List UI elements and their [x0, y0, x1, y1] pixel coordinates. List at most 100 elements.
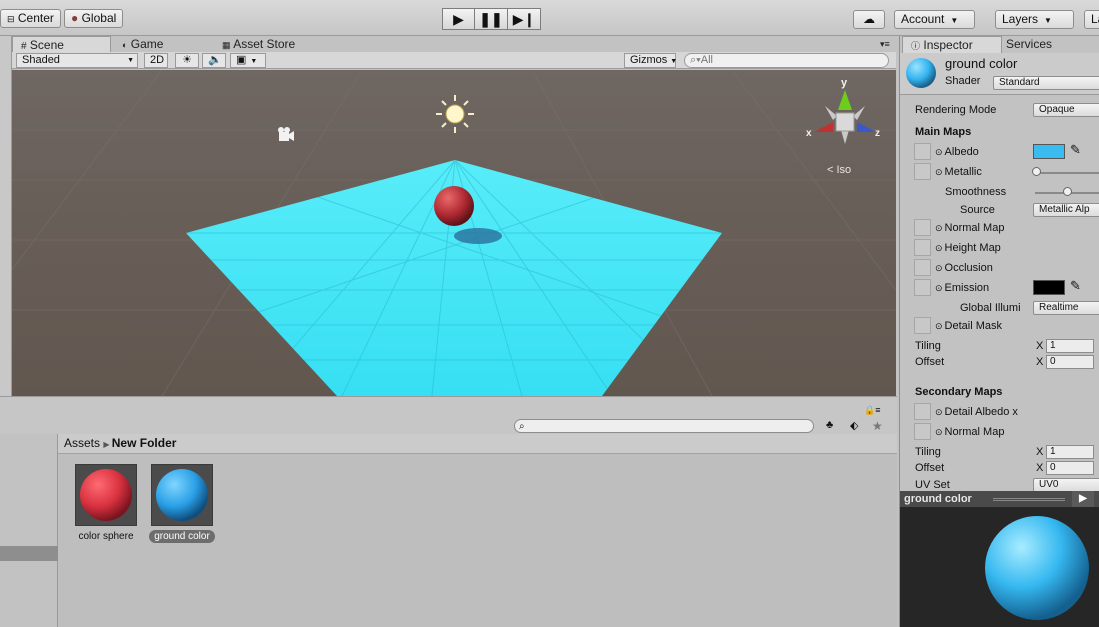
preview-sphere	[985, 516, 1089, 620]
project-toolbar: 🔒≡ ⌕ ♣ ⬖ ★	[0, 396, 897, 434]
smoothness-slider-handle[interactable]	[1063, 187, 1072, 196]
detail-albedo-label: ⊙ Detail Albedo x	[935, 406, 1018, 418]
project-assets-panel: Assets ▶ New Folder color sphere ground …	[58, 434, 897, 627]
scene-render: y x z < Iso	[12, 70, 896, 396]
eyedropper-icon[interactable]: ✎	[1070, 142, 1081, 158]
sphere-shadow	[454, 228, 502, 244]
gizmos-dropdown[interactable]: Gizmos ▼	[624, 53, 677, 68]
layers-dropdown[interactable]: Layers ▼	[995, 10, 1074, 29]
account-dropdown[interactable]: Account ▼	[894, 10, 975, 29]
occlusion-label: ⊙ Occlusion	[935, 262, 993, 274]
metallic-slider[interactable]	[1035, 172, 1099, 174]
project-search-input[interactable]: ⌕	[514, 419, 814, 433]
global-illumination-dropdown[interactable]: Realtime	[1033, 301, 1099, 315]
material-header: ground color Shader Standard	[900, 53, 1099, 95]
globe-icon: ●	[71, 11, 79, 25]
breadcrumb: Assets ▶ New Folder	[58, 434, 897, 454]
asset-ground-color[interactable]: ground color	[142, 464, 222, 543]
preview-header[interactable]: ground color ▶	[900, 491, 1099, 507]
cloud-button[interactable]: ☁	[853, 10, 885, 29]
uv-set-dropdown[interactable]: UV0	[1033, 478, 1099, 492]
rendering-mode-dropdown[interactable]: Opaque	[1033, 103, 1099, 117]
normal-map-label: ⊙ Normal Map	[935, 222, 1005, 234]
height-map-label: ⊙ Height Map	[935, 242, 1001, 254]
left-panel-edge	[0, 36, 12, 396]
camera-icon	[278, 127, 294, 141]
search-icon: ⌕▾	[690, 54, 701, 66]
pause-button[interactable]: ❚❚	[475, 8, 508, 30]
shader-label: Shader	[945, 75, 981, 87]
shader-dropdown[interactable]: Standard	[993, 76, 1099, 90]
step-icon: ▶❙	[512, 10, 536, 27]
center-icon: ⊟	[7, 14, 15, 24]
material-preview[interactable]	[900, 507, 1099, 627]
main-maps-heading: Main Maps	[915, 126, 972, 138]
gizmo-x-label: x	[806, 128, 812, 139]
game-icon: ◐	[122, 40, 128, 50]
asset-color-sphere[interactable]: color sphere	[66, 464, 146, 543]
metallic-slider-handle[interactable]	[1032, 167, 1041, 176]
scene-search-input[interactable]: ⌕▾All	[684, 53, 889, 68]
breadcrumb-arrow-icon: ▶	[103, 440, 112, 449]
layout-dropdown[interactable]: La	[1084, 10, 1099, 29]
gizmo-y-label: y	[841, 77, 848, 89]
main-toolbar: ⊟ Center ● Global ▶ ❚❚ ▶❙ ☁ Account ▼ Lay…	[0, 0, 1099, 36]
tiling-x-input[interactable]: 1	[1046, 339, 1094, 353]
material-thumbnail	[75, 464, 137, 526]
red-sphere	[434, 186, 474, 226]
scene-viewport[interactable]: y x z < Iso	[12, 70, 896, 396]
inspector-panel: ⓘ Inspector Services ground color Shader…	[899, 36, 1099, 627]
favorite-star-icon[interactable]: ★	[872, 419, 883, 433]
sun-icon: ☀	[182, 54, 192, 66]
source-dropdown[interactable]: Metallic Alp	[1033, 203, 1099, 217]
play-icon: ▶	[453, 10, 464, 27]
effects-dropdown[interactable]: ▣ ▼	[230, 53, 266, 68]
shading-dropdown[interactable]: Shaded ▼	[16, 53, 138, 68]
secondary-offset-x-input[interactable]: 0	[1046, 461, 1094, 475]
play-button[interactable]: ▶	[442, 8, 475, 30]
material-preview-icon	[906, 58, 936, 88]
project-folder-tree	[0, 434, 58, 627]
filter-type-icon[interactable]: ♣	[826, 419, 833, 431]
tab-menu-icon[interactable]: ▾≡	[872, 36, 898, 53]
speaker-icon: 🔈	[208, 54, 222, 66]
secondary-normal-map-label: ⊙ Normal Map	[935, 426, 1005, 438]
secondary-tiling-x-input[interactable]: 1	[1046, 445, 1094, 459]
tab-scene[interactable]: # Scene	[12, 36, 111, 53]
secondary-maps-heading: Secondary Maps	[915, 386, 1003, 398]
tab-game[interactable]: ◐ Game	[114, 36, 171, 53]
filter-label-icon[interactable]: ⬖	[850, 419, 858, 432]
pivot-global-button[interactable]: ● Global	[64, 9, 124, 28]
2d-toggle[interactable]: 2D	[144, 53, 168, 68]
eyedropper-icon[interactable]: ✎	[1070, 278, 1081, 294]
lock-icon[interactable]: 🔒≡	[864, 405, 880, 416]
store-icon: ▦	[222, 40, 231, 50]
lighting-toggle[interactable]: ☀	[175, 53, 199, 68]
detail-mask-label: ⊙ Detail Mask	[935, 320, 1003, 332]
emission-color-swatch[interactable]	[1033, 280, 1065, 295]
directional-light-icon	[436, 95, 474, 133]
tab-asset-store[interactable]: ▦ Asset Store	[214, 36, 303, 53]
scene-toolbar: Shaded ▼ 2D ☀ 🔈 ▣ ▼ Gizmos ▼ ⌕▾All	[12, 52, 896, 69]
grid-icon: #	[21, 41, 27, 52]
pivot-center-button[interactable]: ⊟ Center	[0, 9, 61, 28]
preview-play-icon[interactable]: ▶	[1072, 491, 1094, 507]
tab-inspector[interactable]: ⓘ Inspector	[902, 36, 1002, 53]
info-icon: ⓘ	[911, 41, 921, 51]
breadcrumb-assets[interactable]: Assets	[64, 436, 100, 450]
audio-toggle[interactable]: 🔈	[202, 53, 226, 68]
search-icon: ⌕	[519, 421, 525, 432]
material-name: ground color	[945, 56, 1018, 71]
breadcrumb-folder[interactable]: New Folder	[112, 436, 177, 450]
offset-x-input[interactable]: 0	[1046, 355, 1094, 369]
preview-drag-handle[interactable]	[993, 498, 1065, 501]
tab-services[interactable]: Services	[998, 36, 1060, 53]
albedo-color-swatch[interactable]	[1033, 144, 1065, 159]
projection-label: < Iso	[827, 164, 851, 176]
selected-folder-row[interactable]	[0, 546, 58, 561]
step-button[interactable]: ▶❙	[508, 8, 541, 30]
image-icon: ▣	[236, 54, 247, 66]
play-controls: ▶ ❚❚ ▶❙	[442, 8, 541, 30]
asset-label: ground color	[149, 530, 215, 543]
asset-label: color sphere	[78, 531, 134, 542]
